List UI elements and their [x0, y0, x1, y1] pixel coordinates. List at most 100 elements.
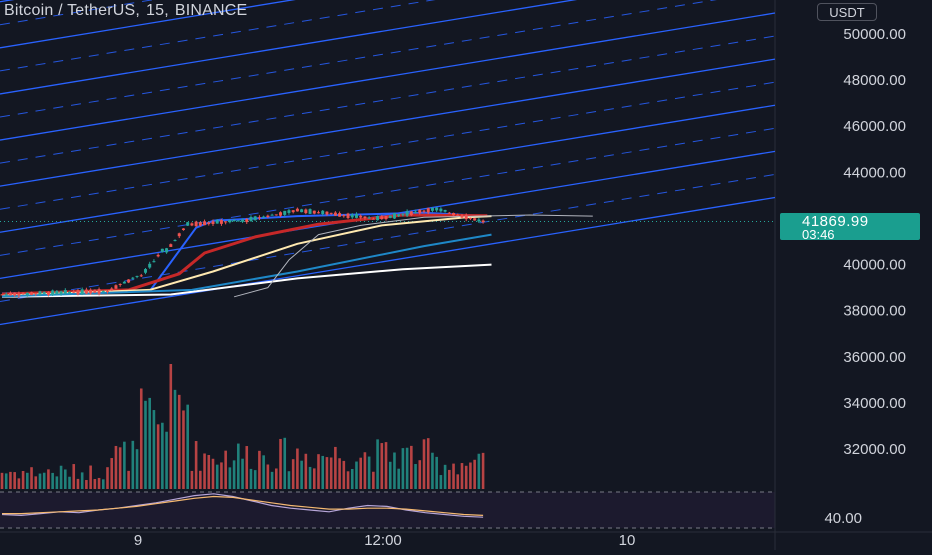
volume-bar — [401, 448, 405, 489]
volume-bar — [291, 459, 295, 489]
candle-body — [84, 289, 88, 294]
candle-body — [51, 290, 55, 295]
candle-body — [300, 209, 304, 213]
volume-bar — [334, 446, 337, 489]
candle-body — [169, 244, 173, 247]
volume-bar — [270, 471, 274, 489]
candle-body — [287, 210, 291, 213]
symbol-name[interactable]: Bitcoin / TetherUS — [4, 2, 135, 19]
volume-bar — [0, 472, 4, 489]
volume-bar — [359, 457, 362, 489]
candle-body — [473, 218, 477, 221]
volume-bar — [460, 463, 464, 489]
candle-body — [350, 214, 354, 218]
volume-bar — [380, 443, 384, 489]
candle-body — [106, 290, 109, 292]
interval-label[interactable]: 15 — [146, 2, 164, 19]
candle-body — [338, 213, 342, 217]
candle-body — [346, 213, 350, 218]
candle-body — [283, 210, 287, 215]
candle-body — [203, 221, 207, 226]
price-axis-tick: 50000.00 — [843, 26, 906, 43]
volume-bar — [325, 457, 329, 489]
candle-body — [447, 212, 451, 214]
candle-body — [21, 292, 25, 295]
candle-body — [143, 269, 147, 273]
candle-body — [68, 291, 72, 294]
chart-title: Bitcoin / TetherUS, 15, BINANCE — [4, 2, 248, 19]
volume-bar — [165, 431, 168, 489]
candle-body — [127, 279, 131, 283]
volume-bar — [304, 453, 308, 489]
volume-bar — [279, 438, 282, 489]
volume-bar — [317, 454, 320, 489]
volume-bar — [338, 458, 341, 489]
candle-body — [468, 217, 472, 219]
candle-body — [274, 214, 278, 216]
volume-bar — [422, 439, 426, 489]
candle-body — [367, 217, 371, 219]
volume-bar — [300, 460, 303, 489]
price-chart-svg[interactable]: 50000.00 48000.00 46000.00 44000.00 40000.00… — [0, 0, 932, 550]
volume-bar — [26, 472, 29, 489]
currency-button[interactable]: USDT — [817, 3, 877, 21]
candle-body — [236, 220, 240, 222]
candle-body — [46, 292, 50, 296]
time-axis-tick: 10 — [619, 532, 636, 549]
candle-body — [38, 291, 42, 295]
candle-body — [279, 212, 283, 216]
volume-bar — [287, 471, 291, 489]
volume-bar — [275, 468, 278, 489]
candle-body — [241, 219, 245, 222]
volume-bar — [123, 441, 126, 489]
volume-bar — [481, 452, 485, 489]
volume-bar — [312, 468, 316, 489]
volume-bar — [4, 473, 8, 489]
volume-bar — [224, 450, 227, 489]
candle-body — [456, 214, 460, 216]
volume-bar — [237, 443, 240, 489]
rsi-axis-tick: 40.00 — [824, 510, 862, 527]
candle-body — [253, 216, 257, 221]
candle-body — [34, 293, 38, 295]
volume-bar — [245, 446, 249, 489]
candle-body — [17, 293, 21, 296]
volume-bar — [283, 437, 287, 489]
candle-body — [194, 221, 198, 227]
candle-body — [418, 209, 422, 213]
volume-bar — [350, 469, 354, 489]
volume-bar — [101, 479, 105, 489]
price-axis-tick: 38000.00 — [843, 303, 906, 320]
candle-body — [215, 220, 219, 224]
candle-body — [198, 222, 202, 226]
volume-bar — [363, 452, 367, 489]
candle-body — [110, 288, 114, 291]
volume-bar — [355, 461, 358, 489]
candle-body — [321, 210, 325, 215]
candle-body — [219, 220, 223, 224]
candle-body — [304, 209, 308, 214]
candle-body — [384, 216, 388, 220]
candle-body — [426, 208, 430, 213]
candle-body — [464, 215, 468, 220]
time-axis-tick: 12:00 — [364, 532, 402, 549]
volume-bar — [76, 478, 80, 489]
chart-area[interactable]: 50000.00 48000.00 46000.00 44000.00 40000.00… — [0, 0, 932, 550]
candle-body — [165, 248, 169, 253]
candle-body — [224, 221, 228, 223]
candle-body — [371, 218, 375, 220]
volume-bar — [85, 480, 88, 489]
price-axis-tick: 40000.00 — [843, 257, 906, 274]
candle-body — [232, 220, 236, 222]
candle-body — [190, 223, 194, 226]
candle-body — [42, 291, 46, 294]
candle-body — [270, 214, 274, 216]
volume-bar — [367, 456, 371, 489]
volume-bar — [89, 465, 92, 489]
volume-bar — [194, 441, 198, 489]
volume-bar — [55, 476, 59, 489]
volume-bar — [17, 478, 21, 489]
volume-bar — [173, 389, 177, 489]
candle-body — [186, 222, 190, 226]
candle-body — [122, 281, 126, 284]
